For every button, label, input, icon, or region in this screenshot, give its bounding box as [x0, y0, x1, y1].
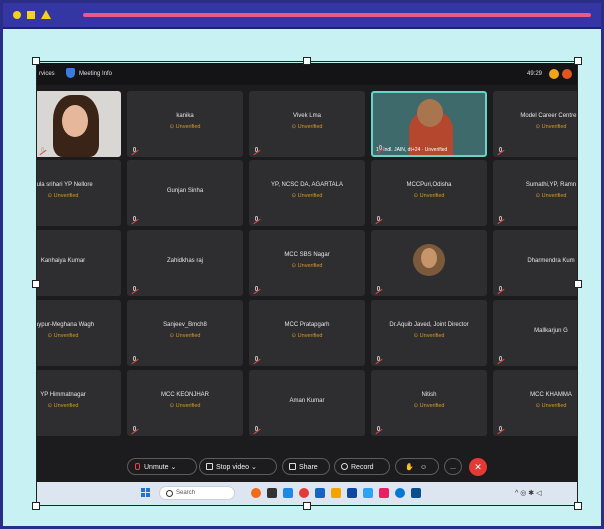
resize-handle[interactable] [303, 57, 311, 65]
accent-line [83, 13, 591, 17]
resize-handle[interactable] [32, 57, 40, 65]
resize-handle[interactable] [32, 502, 40, 510]
circle-icon [13, 11, 21, 19]
triangle-icon [41, 10, 51, 19]
resize-handle[interactable] [574, 280, 582, 288]
selection-box[interactable] [36, 61, 578, 506]
square-icon [27, 11, 35, 19]
resize-handle[interactable] [303, 502, 311, 510]
resize-handle[interactable] [32, 280, 40, 288]
resize-handle[interactable] [574, 502, 582, 510]
frame-title-bar [3, 3, 601, 29]
resize-handle[interactable] [574, 57, 582, 65]
